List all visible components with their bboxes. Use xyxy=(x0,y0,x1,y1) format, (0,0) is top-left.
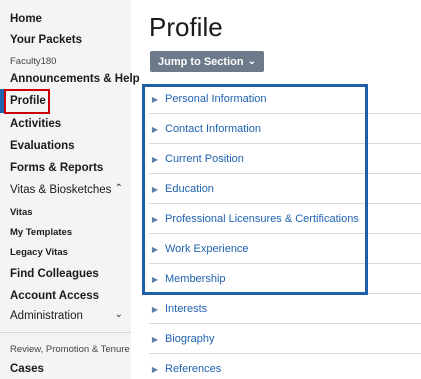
nav-activities[interactable]: Activities xyxy=(10,118,61,130)
section-label: References xyxy=(165,363,222,375)
jump-to-section-label: Jump to Section xyxy=(158,55,244,68)
nav-find-colleagues[interactable]: Find Colleagues xyxy=(10,268,99,280)
sidebar: Home Your Packets Faculty180 Announcemen… xyxy=(0,0,140,379)
nav-announcements-help[interactable]: Announcements & Help xyxy=(10,73,140,85)
profile-highlight-outline xyxy=(4,89,50,114)
nav-group-rpt: Review, Promotion & Tenure xyxy=(10,344,130,355)
jump-to-section-button[interactable]: Jump to Section ⌄ xyxy=(150,51,264,72)
expand-arrow-icon: ▶ xyxy=(151,304,159,314)
sidebar-divider xyxy=(0,332,131,333)
nav-administration[interactable]: Administration xyxy=(10,310,83,322)
nav-group-faculty180: Faculty180 xyxy=(10,56,57,67)
section-references[interactable]: ▶ References xyxy=(149,354,421,379)
nav-evaluations[interactable]: Evaluations xyxy=(10,140,75,152)
nav-account-access[interactable]: Account Access xyxy=(10,290,99,302)
section-label: Biography xyxy=(165,333,215,345)
section-interests[interactable]: ▶ Interests xyxy=(149,294,421,324)
sections-highlight-box xyxy=(142,84,368,295)
expand-arrow-icon: ▶ xyxy=(151,364,159,374)
nav-vitas-biosketches[interactable]: Vitas & Biosketches xyxy=(10,184,111,196)
page-title: Profile xyxy=(149,12,223,42)
chevron-up-icon[interactable]: ⌃ xyxy=(115,183,123,194)
section-biography[interactable]: ▶ Biography xyxy=(149,324,421,354)
main-content: Profile Jump to Section ⌄ ▶ Personal Inf… xyxy=(131,0,421,379)
chevron-down-icon[interactable]: ⌄ xyxy=(115,309,123,320)
nav-my-templates[interactable]: My Templates xyxy=(10,227,72,238)
nav-your-packets[interactable]: Your Packets xyxy=(10,34,82,46)
chevron-down-icon: ⌄ xyxy=(247,56,256,67)
nav-vitas[interactable]: Vitas xyxy=(10,207,33,218)
section-label: Interests xyxy=(165,303,208,315)
expand-arrow-icon: ▶ xyxy=(151,334,159,344)
nav-forms-reports[interactable]: Forms & Reports xyxy=(10,162,103,174)
nav-home[interactable]: Home xyxy=(10,13,42,25)
nav-cases[interactable]: Cases xyxy=(10,363,44,375)
nav-legacy-vitas[interactable]: Legacy Vitas xyxy=(10,247,68,258)
